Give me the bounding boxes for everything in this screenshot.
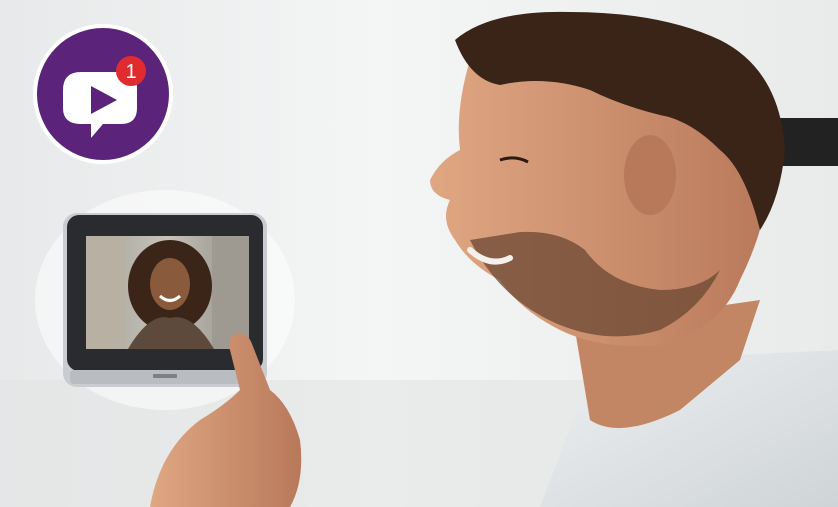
screen-street-left [86,236,126,349]
notification-count: 1 [125,61,136,83]
screen-street-right [212,236,249,349]
door-frame [778,118,838,166]
video-notification-badge[interactable]: 1 [33,24,173,164]
man-ear [624,135,676,215]
monitor-logo [153,374,177,378]
visitor-face [150,258,190,310]
